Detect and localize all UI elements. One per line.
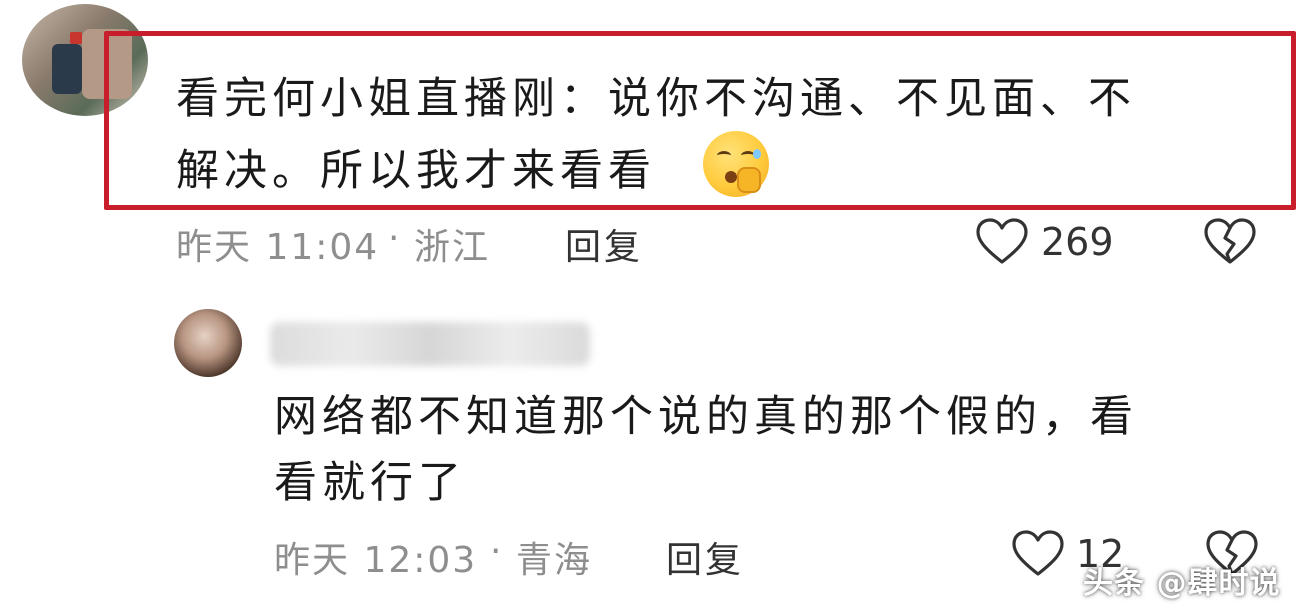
username-blurred[interactable] [270,322,590,366]
comment-text-line-2: 看就行了 [274,458,466,508]
reply-button[interactable]: 回复 [666,531,744,583]
comment-time: 昨天 11:04 [176,227,380,268]
watermark: 头条 @肆时说 [1083,566,1281,601]
like-count: 269 [1041,220,1114,264]
avatar[interactable] [174,309,242,377]
comment-location: 浙江 [414,227,491,268]
comment-location-separator: · [388,218,402,259]
comment-location: 青海 [516,540,593,581]
heart-outline-icon[interactable] [976,218,1028,266]
comment-location-separator: · [490,531,504,572]
comment-text-line-1: 看完何小姐直播刚：说你不沟通、不见面、不 [176,74,1136,124]
comment-text-line-2: 解决。所以我才来看看 [176,146,656,196]
broken-heart-icon[interactable] [1204,218,1256,266]
comment-time: 昨天 12:03 [274,540,478,581]
shushing-face-emoji [703,131,769,197]
comment-text-line-1: 网络都不知道那个说的真的那个假的，看 [274,392,1138,442]
heart-outline-icon[interactable] [1012,530,1064,578]
reply-button[interactable]: 回复 [565,218,643,270]
